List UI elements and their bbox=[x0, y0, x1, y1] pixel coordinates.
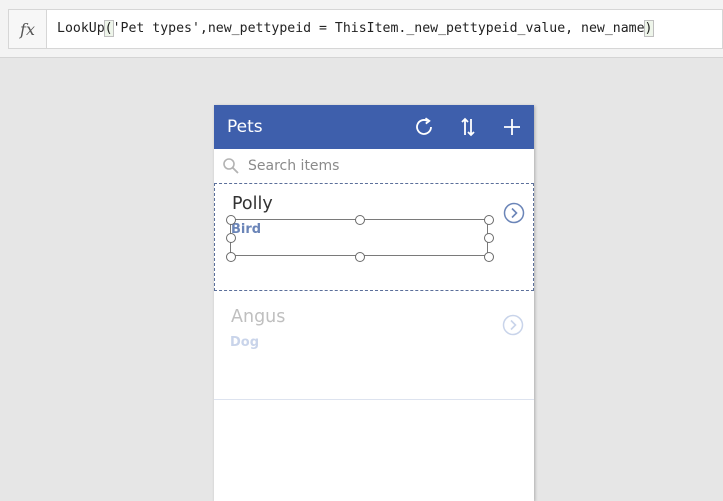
list-item[interactable]: Angus Dog bbox=[214, 292, 534, 400]
item-subtitle: Dog bbox=[230, 335, 260, 350]
refresh-icon[interactable] bbox=[412, 115, 436, 139]
formula-input[interactable]: fx LookUp('Pet types',new_pettypeid = Th… bbox=[8, 9, 723, 49]
search-icon bbox=[223, 158, 239, 174]
formula-function-name: LookUp bbox=[57, 21, 105, 36]
search-input[interactable]: Search items bbox=[248, 158, 339, 174]
sort-icon[interactable] bbox=[456, 115, 480, 139]
chevron-right-icon[interactable] bbox=[502, 314, 524, 336]
fx-icon[interactable]: fx bbox=[9, 10, 47, 48]
app-canvas: Pets Search items Polly Bird Angus Dog bbox=[214, 105, 534, 501]
resize-handle[interactable] bbox=[226, 233, 236, 243]
search-bar[interactable]: Search items bbox=[214, 149, 534, 183]
chevron-right-icon[interactable] bbox=[503, 202, 525, 224]
list-item[interactable]: Polly Bird bbox=[214, 183, 534, 291]
resize-handle[interactable] bbox=[226, 215, 236, 225]
resize-handle[interactable] bbox=[355, 215, 365, 225]
formula-bar: fx LookUp('Pet types',new_pettypeid = Th… bbox=[0, 0, 723, 58]
formula-text[interactable]: LookUp('Pet types',new_pettypeid = ThisI… bbox=[57, 20, 654, 37]
resize-handle[interactable] bbox=[226, 252, 236, 262]
formula-close-paren: ) bbox=[643, 20, 654, 37]
app-title: Pets bbox=[227, 117, 263, 137]
app-titlebar: Pets bbox=[214, 105, 534, 149]
item-title: Polly bbox=[232, 194, 273, 214]
item-title: Angus bbox=[231, 307, 286, 327]
resize-handle[interactable] bbox=[355, 252, 365, 262]
resize-handle[interactable] bbox=[484, 215, 494, 225]
add-icon[interactable] bbox=[500, 115, 524, 139]
resize-handle[interactable] bbox=[484, 252, 494, 262]
formula-open-paren: ( bbox=[103, 20, 114, 37]
resize-handle[interactable] bbox=[484, 233, 494, 243]
formula-arguments: 'Pet types',new_pettypeid = ThisItem._ne… bbox=[112, 21, 645, 36]
